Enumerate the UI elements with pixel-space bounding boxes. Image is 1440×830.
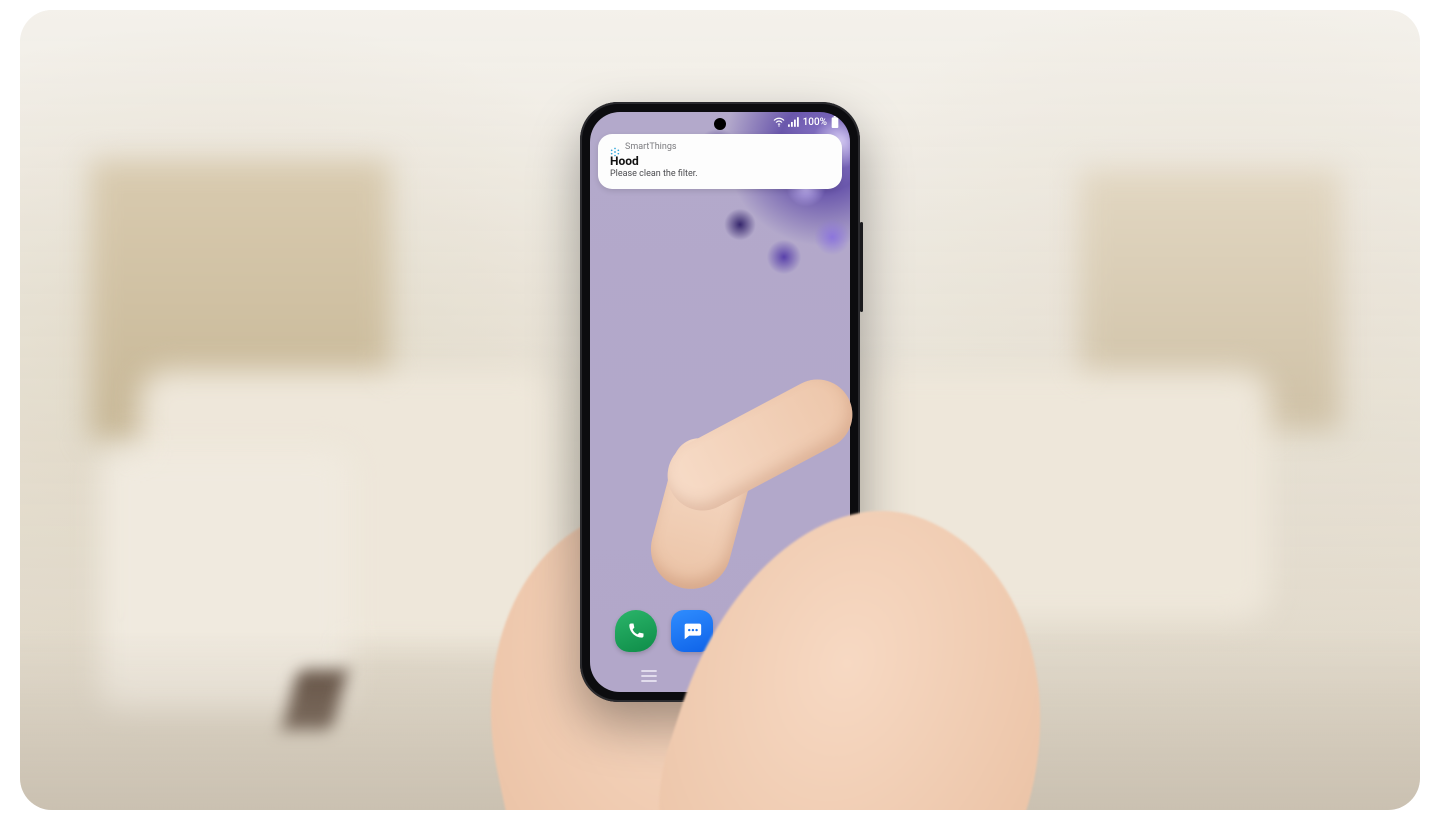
battery-text: 100% <box>803 117 827 128</box>
notification-title: Hood <box>610 154 830 168</box>
notification-app-name: SmartThings <box>625 142 677 152</box>
notification-body: Please clean the filter. <box>610 169 830 179</box>
notification-app-row: SmartThings <box>610 142 830 152</box>
lifestyle-scene: 100% SmartThings <box>20 10 1420 810</box>
notification-card[interactable]: SmartThings Hood Please clean the filter… <box>598 134 842 189</box>
wifi-icon <box>773 117 785 127</box>
app-phone[interactable] <box>615 610 657 652</box>
smartthings-icon <box>610 142 620 152</box>
punch-hole-camera <box>714 118 726 130</box>
signal-icon <box>788 117 800 127</box>
battery-icon <box>830 116 840 128</box>
nav-recents-button[interactable] <box>638 668 660 684</box>
status-bar: 100% <box>773 116 840 128</box>
